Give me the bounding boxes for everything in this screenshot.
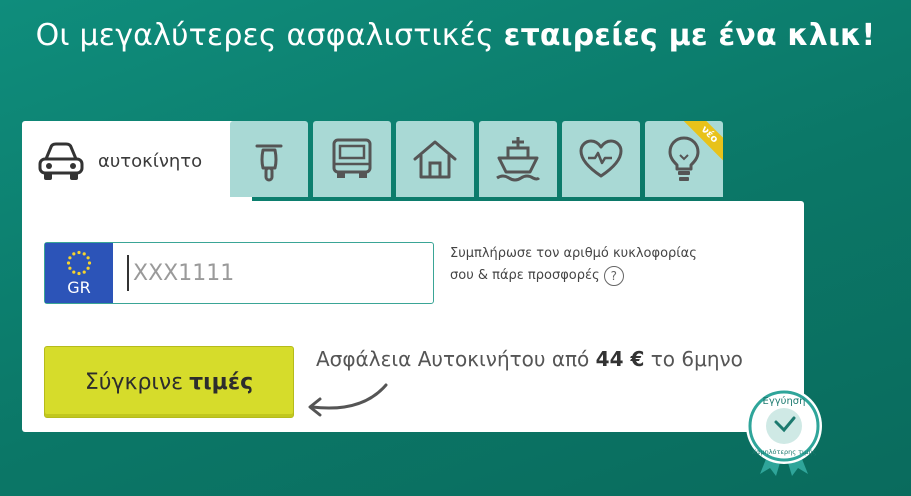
plate-hint: Συμπλήρωσε τον αριθμό κυκλοφορίας σου & … — [450, 243, 750, 287]
tab-energy[interactable]: νέο — [645, 121, 723, 197]
plate-hint-line2: σου & πάρε προσφορές — [450, 268, 600, 283]
headline-light: Οι μεγαλύτερες ασφαλιστικές — [35, 18, 494, 53]
page-headline: Οι μεγαλύτερες ασφαλιστικές εταιρείες με… — [0, 18, 911, 53]
house-icon — [413, 140, 457, 179]
tab-motorcycle[interactable] — [230, 121, 308, 197]
price-offer: Ασφάλεια Αυτοκινήτου από 44 € το 6μηνο — [316, 347, 743, 371]
help-icon[interactable]: ? — [603, 265, 624, 286]
curved-arrow-icon — [308, 383, 388, 417]
price-amount: 44 € — [595, 347, 645, 371]
lightbulb-icon — [668, 136, 700, 181]
tab-health[interactable] — [562, 121, 640, 197]
car-icon — [38, 142, 84, 180]
tab-truck[interactable] — [313, 121, 391, 197]
eu-stars-icon — [66, 250, 92, 275]
search-panel: GR Συμπλήρωσε τον αριθμό κυκλοφορίας σου… — [22, 201, 804, 432]
price-prefix: Ασφάλεια Αυτοκινήτου από — [316, 347, 590, 371]
plate-hint-line1: Συμπλήρωσε τον αριθμό κυκλοφορίας — [450, 246, 697, 261]
motorcycle-icon — [255, 144, 283, 182]
heart-icon — [579, 139, 623, 178]
price-guarantee-badge: Εγγύηση Χαμηλότερης τιμής — [746, 388, 822, 476]
license-plate-input[interactable] — [127, 255, 425, 291]
tab-car-label: αυτοκίνητο — [98, 150, 203, 172]
license-plate-field: GR — [44, 242, 434, 304]
compare-button-text: Σύγκρινε — [84, 369, 184, 395]
ship-icon — [496, 137, 541, 182]
truck-icon — [332, 138, 372, 178]
country-code: GR — [67, 277, 91, 297]
badge-subtitle: Χαμηλότερης τιμής — [752, 448, 817, 456]
tab-boat[interactable] — [479, 121, 557, 197]
tab-car[interactable]: αυτοκίνητο — [22, 121, 252, 201]
headline-bold: εταιρείες με ένα κλικ! — [503, 18, 876, 53]
compare-button-bold: τιμές — [189, 369, 254, 395]
price-suffix: το 6μηνο — [650, 347, 743, 371]
tab-home[interactable] — [396, 121, 474, 197]
compare-prices-button[interactable]: Σύγκρινε τιμές — [44, 346, 294, 418]
eu-flag-badge: GR — [45, 243, 113, 303]
badge-title: Εγγύηση — [763, 395, 806, 407]
